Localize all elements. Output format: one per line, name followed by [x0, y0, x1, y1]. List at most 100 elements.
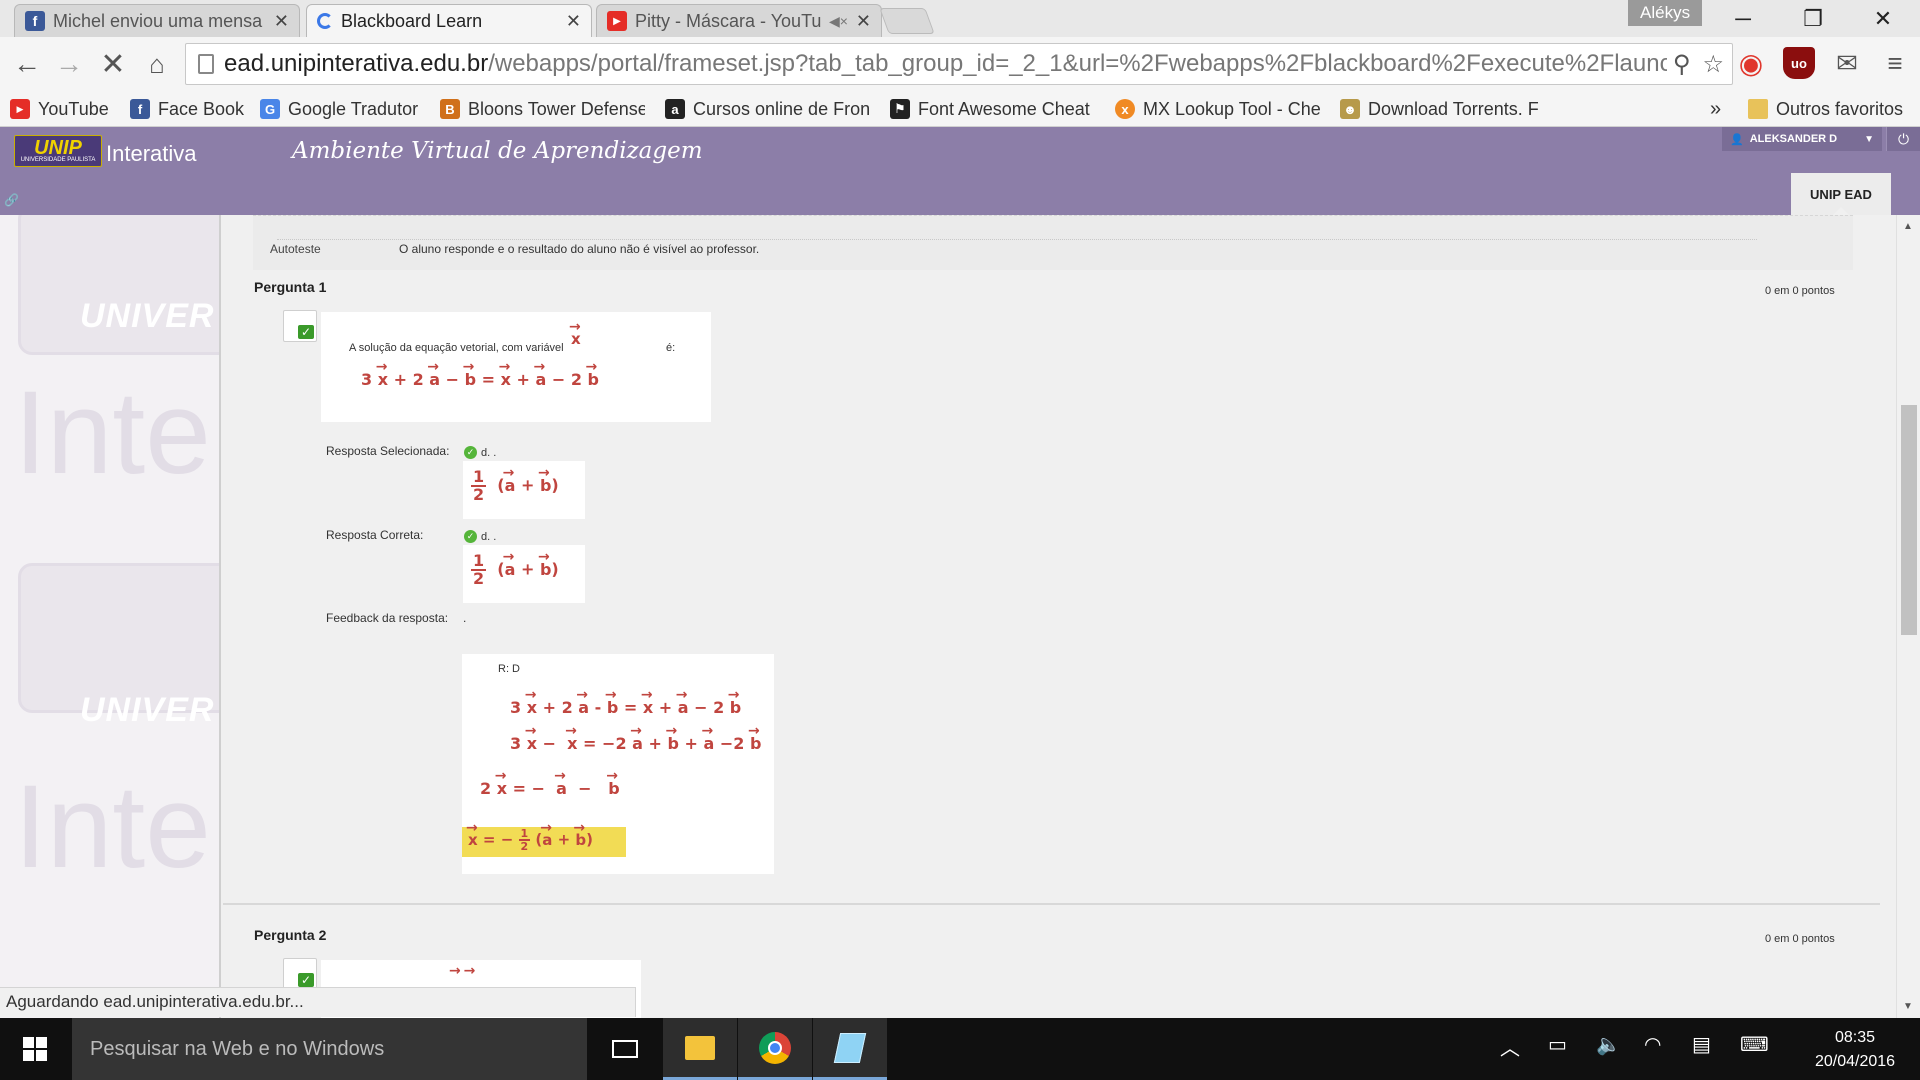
- url-host: ead.unipinterativa.edu.br: [224, 50, 489, 77]
- site-title: Ambiente Virtual de Aprendizagem: [292, 138, 703, 164]
- solution-step-3: 2 x = − a − b: [480, 768, 620, 798]
- page-icon: [198, 54, 214, 74]
- bookmark-label: Bloons Tower Defense: [468, 98, 645, 119]
- address-bar[interactable]: ead.unipinterativa.edu.br /webapps/porta…: [185, 43, 1733, 85]
- close-icon[interactable]: ✕: [274, 11, 289, 32]
- test-results-panel: Autoteste O aluno responde e o resultado…: [223, 215, 1880, 1018]
- autoteste-label: Autoteste: [270, 242, 321, 256]
- question-title: Pergunta 2: [254, 927, 327, 943]
- speaker-muted-icon[interactable]: ◀×: [829, 13, 848, 30]
- bookmark-mx-lookup[interactable]: x MX Lookup Tool - Che: [1115, 97, 1320, 121]
- search-icon[interactable]: ⚲: [1673, 50, 1691, 79]
- question-prompt: A solução da equação vetorial, com variá…: [349, 342, 564, 354]
- bookmark-label: Outros favoritos: [1776, 98, 1904, 119]
- blackboard-header: UNIP UNIVERSIDADE PAULISTA Interativa Am…: [0, 127, 1920, 215]
- bookmark-label: YouTube: [38, 98, 109, 119]
- scroll-down-arrow-icon[interactable]: ▼: [1903, 1001, 1913, 1012]
- restore-button[interactable]: ❐: [1783, 2, 1843, 36]
- question-title: Pergunta 1: [254, 279, 327, 295]
- unip-logo[interactable]: UNIP UNIVERSIDADE PAULISTA: [14, 135, 102, 167]
- clock-time: 08:35: [1834, 1029, 1876, 1046]
- keyboard-icon[interactable]: ⌨: [1740, 1032, 1769, 1057]
- user-icon: 👤: [1730, 133, 1744, 146]
- show-hidden-icons-chevron-icon[interactable]: ︿: [1500, 1032, 1520, 1061]
- solution-step-1: 3 x + 2 a - b = x + a − 2 b: [510, 687, 741, 717]
- alura-icon: a: [665, 99, 685, 119]
- bookmarks-overflow-button[interactable]: »: [1710, 97, 1721, 121]
- tab-youtube[interactable]: ▶ Pitty - Máscara - YouTu ◀× ✕: [596, 4, 882, 37]
- url-path: /webapps/portal/frameset.jsp?tab_tab_gro…: [488, 50, 1685, 77]
- system-clock[interactable]: 08:35 20/04/2016: [1800, 1026, 1910, 1074]
- home-button[interactable]: ⌂: [138, 45, 176, 83]
- selected-answer-image: 12 (a + b): [463, 461, 585, 519]
- correct-answer-label: Resposta Correta:: [326, 528, 424, 542]
- divider: [277, 239, 1757, 240]
- bookmark-bloons[interactable]: B Bloons Tower Defense: [440, 97, 645, 121]
- close-icon[interactable]: ✕: [856, 11, 871, 32]
- tab-unip-ead[interactable]: UNIP EAD: [1791, 173, 1891, 215]
- mail-icon[interactable]: ✉: [1831, 47, 1863, 79]
- scrollbar-thumb[interactable]: [1901, 405, 1917, 635]
- page-scrollbar[interactable]: ▲ ▼: [1896, 215, 1920, 1018]
- battery-icon[interactable]: ▭: [1548, 1032, 1567, 1057]
- stop-button[interactable]: ✕: [94, 45, 132, 83]
- chrome-taskbar-button[interactable]: [738, 1018, 812, 1080]
- tab-facebook[interactable]: f Michel enviou uma mensa ✕: [14, 4, 300, 37]
- chrome-icon: [759, 1031, 791, 1064]
- profile-button[interactable]: Alékys: [1628, 0, 1703, 26]
- solution-step-2: 3 x − x = −2 a + b + a −2 b: [510, 723, 761, 753]
- menu-icon[interactable]: ≡: [1879, 47, 1911, 79]
- new-tab-button[interactable]: [879, 8, 935, 34]
- close-window-button[interactable]: ✕: [1853, 2, 1913, 36]
- correct-choice: d. .: [481, 530, 497, 543]
- youtube-icon: ▶: [10, 99, 30, 119]
- facebook-icon: f: [25, 11, 45, 31]
- file-explorer-button[interactable]: [663, 1018, 737, 1080]
- task-view-button[interactable]: [588, 1018, 662, 1080]
- bookmark-folder-outros[interactable]: Outros favoritos: [1748, 97, 1903, 121]
- bookmark-font-awesome[interactable]: ⚑ Font Awesome Cheat: [890, 97, 1095, 121]
- bookmark-google-tradutor[interactable]: G Google Tradutor: [260, 97, 418, 121]
- extension-red-circle-icon[interactable]: ◉: [1735, 47, 1767, 79]
- bookmark-facebook[interactable]: f Face Book: [130, 97, 244, 121]
- link-icon[interactable]: 🔗: [4, 193, 19, 207]
- watermark-text: Inte: [14, 367, 211, 499]
- user-menu[interactable]: 👤 ALEKSANDER D ▼: [1722, 127, 1882, 151]
- watermark-text: UNIVER: [80, 297, 215, 335]
- volume-icon[interactable]: 🔈: [1596, 1032, 1621, 1057]
- notepad-taskbar-button[interactable]: [813, 1018, 887, 1080]
- task-view-icon: [612, 1040, 638, 1058]
- autoteste-value: O aluno responde e o resultado do aluno …: [399, 242, 760, 256]
- user-name: ALEKSANDER D: [1749, 133, 1838, 145]
- bookmark-label: Font Awesome Cheat: [918, 98, 1090, 119]
- close-icon[interactable]: ✕: [566, 11, 581, 32]
- taskbar-search-input[interactable]: Pesquisar na Web e no Windows: [72, 1018, 587, 1080]
- bookmarks-bar: ▶ YouTube f Face Book G Google Tradutor …: [0, 91, 1920, 127]
- bookmark-label: Cursos online de Fron: [693, 98, 870, 119]
- question-prompt-image: A solução da equação vetorial, com variá…: [321, 312, 711, 422]
- bookmark-torrents[interactable]: ☻ Download Torrents. F: [1340, 97, 1545, 121]
- back-button[interactable]: ←: [8, 45, 46, 83]
- selected-answer-label: Resposta Selecionada:: [326, 444, 450, 458]
- folder-icon: [1748, 99, 1768, 119]
- facebook-icon: f: [130, 99, 150, 119]
- minimize-button[interactable]: ─: [1713, 2, 1773, 36]
- bookmark-youtube[interactable]: ▶ YouTube: [10, 97, 109, 121]
- windows-logo-icon: [23, 1037, 47, 1061]
- scroll-up-arrow-icon[interactable]: ▲: [1903, 221, 1913, 232]
- bookmark-cursos[interactable]: a Cursos online de Fron: [665, 97, 870, 121]
- start-button[interactable]: [0, 1018, 70, 1080]
- wifi-icon[interactable]: ◠: [1644, 1032, 1661, 1057]
- brand-text: Interativa: [106, 141, 197, 166]
- tab-blackboard[interactable]: Blackboard Learn ✕: [306, 4, 592, 37]
- bookmark-label: Download Torrents. F: [1368, 98, 1539, 119]
- browser-toolbar: ← → ✕ ⌂ ead.unipinterativa.edu.br /webap…: [0, 37, 1920, 91]
- ublock-icon[interactable]: uo: [1783, 47, 1815, 79]
- notifications-icon[interactable]: ▤: [1692, 1032, 1711, 1057]
- selected-answer: ✓ d. .: [464, 446, 496, 459]
- google-translate-icon: G: [260, 99, 280, 119]
- bookmark-star-icon[interactable]: ☆: [1702, 50, 1724, 79]
- logout-power-icon[interactable]: ⏻: [1886, 127, 1920, 151]
- check-icon: ✓: [464, 446, 477, 459]
- forward-button[interactable]: →: [50, 45, 88, 83]
